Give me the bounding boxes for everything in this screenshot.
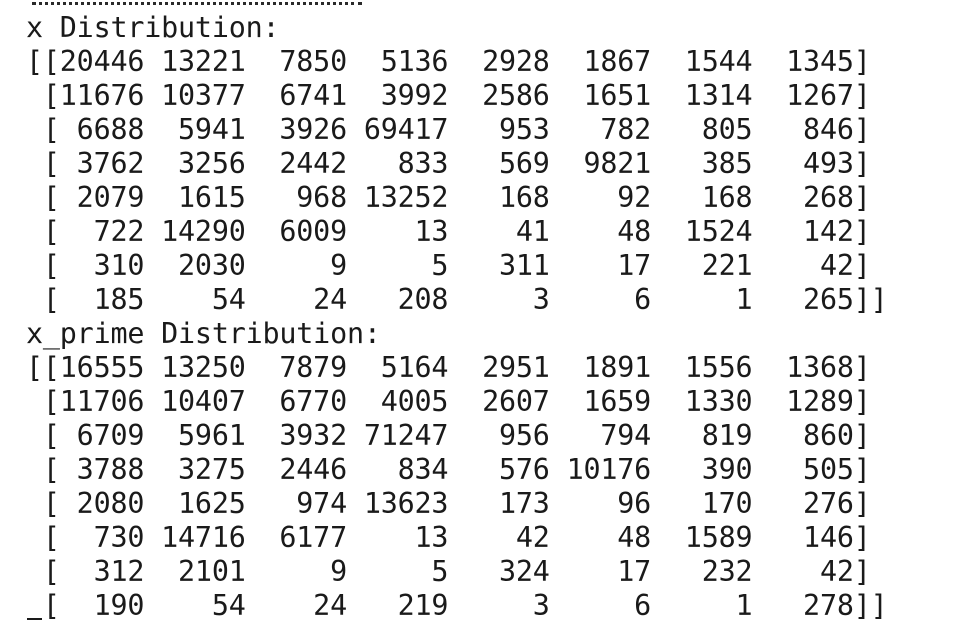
x-row-1: [[20446 13221 7850 5136 2928 1867 1544 1… [26,45,871,78]
x-prime-distribution-header: x_prime Distribution: [26,317,381,350]
x-prime-row-2: [11706 10407 6770 4005 2607 1659 1330 12… [26,385,871,418]
text-cursor [27,618,42,620]
x-row-5: [ 2079 1615 968 13252 168 92 168 268] [26,181,871,214]
x-row-3: [ 6688 5941 3926 69417 953 782 805 846] [26,113,871,146]
x-row-2: [11676 10377 6741 3992 2586 1651 1314 12… [26,79,871,112]
x-row-4: [ 3762 3256 2442 833 569 9821 385 493] [26,147,871,180]
x-prime-row-3: [ 6709 5961 3932 71247 956 794 819 860] [26,419,871,452]
x-row-8: [ 185 54 24 208 3 6 1 265]] [26,283,888,316]
x-prime-row-6: [ 730 14716 6177 13 42 48 1589 146] [26,521,871,554]
x-prime-row-8: [ 190 54 24 219 3 6 1 278]] [26,589,888,622]
console-output: x Distribution: [[20446 13221 7850 5136 2… [26,11,888,623]
x-row-6: [ 722 14290 6009 13 41 48 1524 142] [26,215,871,248]
truncated-output-rule [32,0,362,5]
x-distribution-header: x Distribution: [26,11,280,44]
x-prime-row-4: [ 3788 3275 2446 834 576 10176 390 505] [26,453,871,486]
x-prime-row-5: [ 2080 1625 974 13623 173 96 170 276] [26,487,871,520]
x-prime-row-1: [[16555 13250 7879 5164 2951 1891 1556 1… [26,351,871,384]
x-prime-row-7: [ 312 2101 9 5 324 17 232 42] [26,555,871,588]
x-row-7: [ 310 2030 9 5 311 17 221 42] [26,249,871,282]
